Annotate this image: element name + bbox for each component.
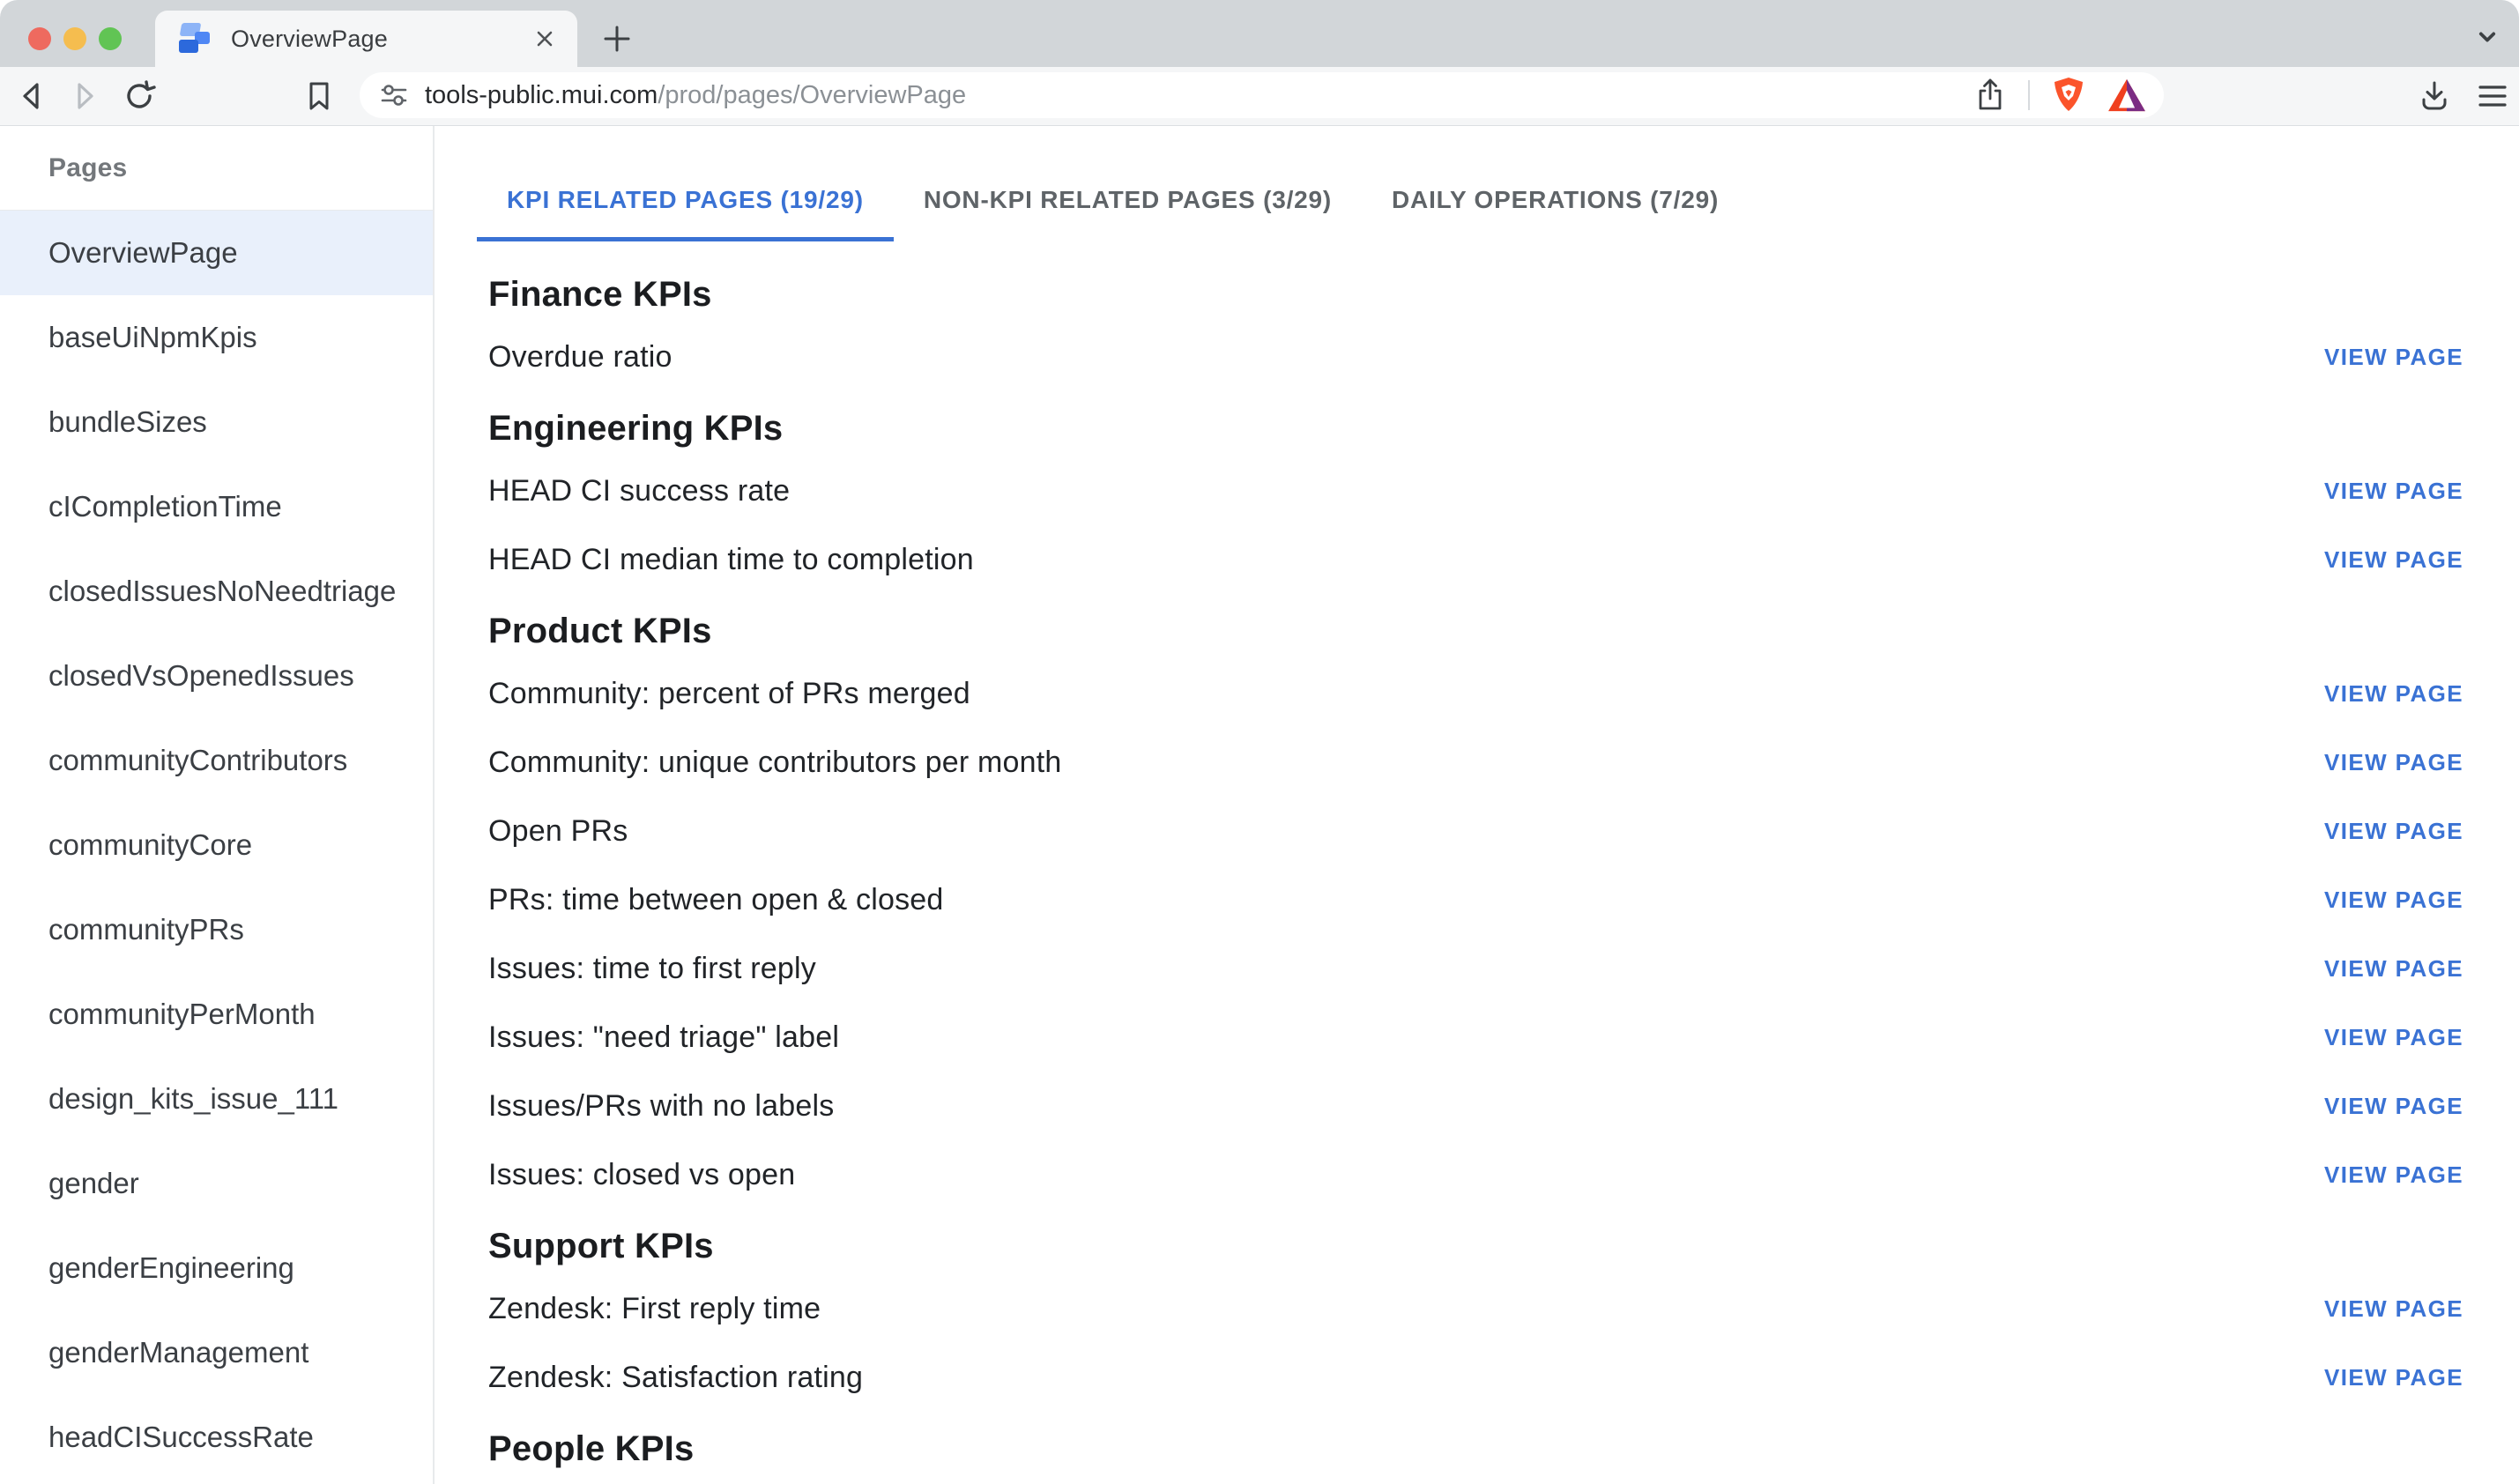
view-page-link[interactable]: VIEW PAGE [2314,335,2474,380]
sidebar-page-list: OverviewPage baseUiNpmKpis bundleSizes c… [0,211,433,1480]
section-title-people: People KPIs [488,1424,2463,1473]
browser-tab-strip: OverviewPage [0,0,2519,67]
kpi-label: Issues/PRs with no labels [488,1089,834,1124]
toolbar-divider [2028,80,2030,110]
tab-search-chevron-down-icon[interactable] [2470,21,2505,53]
sidebar-item-design-kits-issue-111[interactable]: design_kits_issue_111 [0,1057,433,1141]
pages-sidebar: Pages OverviewPage baseUiNpmKpis bundleS… [0,126,435,1484]
kpi-label: Overdue ratio [488,340,672,375]
tune-icon[interactable] [379,80,409,110]
window-controls [28,27,122,50]
browser-toolbar: tools-public.mui.com/prod/pages/Overview… [0,67,2519,126]
kpi-label: HEAD CI success rate [488,474,790,508]
sidebar-item-communitycontributors[interactable]: communityContributors [0,718,433,803]
kpi-label: Issues: time to first reply [488,952,816,986]
sidebar-item-overviewpage[interactable]: OverviewPage [0,211,433,295]
view-page-link[interactable]: VIEW PAGE [2314,946,2474,991]
kpi-row: Zendesk: Satisfaction rating VIEW PAGE [488,1343,2463,1412]
brave-shield-icon[interactable] [2051,76,2086,115]
sidebar-item-genderengineering[interactable]: genderEngineering [0,1226,433,1310]
url-bar[interactable]: tools-public.mui.com/prod/pages/Overview… [360,72,2164,118]
reload-icon[interactable] [118,67,160,125]
url-text: tools-public.mui.com/prod/pages/Overview… [425,81,966,110]
view-page-link[interactable]: VIEW PAGE [2314,1153,2474,1198]
kpi-row: Open PRs VIEW PAGE [488,797,2463,865]
kpi-label: Issues: closed vs open [488,1158,795,1192]
section-title-product: Product KPIs [488,606,2463,656]
tab-close-icon[interactable] [531,26,558,52]
sidebar-item-closedissuesnoneedtriage[interactable]: closedIssuesNoNeedtriage [0,549,433,634]
kpi-label: Open PRs [488,814,628,849]
view-page-link[interactable]: VIEW PAGE [2314,1287,2474,1332]
view-page-link[interactable]: VIEW PAGE [2314,740,2474,785]
kpi-row: Zendesk: First reply time VIEW PAGE [488,1274,2463,1343]
kpi-row: Community: unique contributors per month… [488,728,2463,797]
view-page-link[interactable]: VIEW PAGE [2314,469,2474,514]
bat-triangle-icon[interactable] [2107,78,2146,113]
tab-kpi-related-pages[interactable]: KPI RELATED PAGES (19/29) [477,162,894,241]
sidebar-item-bundlesizes[interactable]: bundleSizes [0,380,433,464]
sidebar-item-cicompletiontime[interactable]: cICompletionTime [0,464,433,549]
kpi-row: PRs: time between open & closed VIEW PAG… [488,865,2463,934]
view-page-link[interactable]: VIEW PAGE [2314,809,2474,854]
view-page-link[interactable]: VIEW PAGE [2314,672,2474,716]
view-page-link[interactable]: VIEW PAGE [2314,1355,2474,1400]
window-zoom-button[interactable] [99,27,122,50]
view-page-link[interactable]: VIEW PAGE [2314,1084,2474,1129]
download-icon[interactable] [2413,67,2456,125]
kpi-label: PRs: time between open & closed [488,883,943,917]
sidebar-item-headcisuccessrate[interactable]: headCISuccessRate [0,1395,433,1480]
kpi-label: Community: percent of PRs merged [488,677,970,711]
main-content: KPI RELATED PAGES (19/29) NON-KPI RELATE… [436,126,2519,1484]
kpi-row: HEAD CI median time to completion VIEW P… [488,525,2463,594]
kpi-row: HEAD CI success rate VIEW PAGE [488,456,2463,525]
sidebar-header: Pages [0,126,433,211]
view-page-link[interactable]: VIEW PAGE [2314,1015,2474,1060]
window-minimize-button[interactable] [63,27,86,50]
category-tabs: KPI RELATED PAGES (19/29) NON-KPI RELATE… [477,162,2463,241]
kpi-label: Zendesk: First reply time [488,1292,821,1326]
kpi-label: Zendesk: Satisfaction rating [488,1361,863,1395]
kpi-label: Community: unique contributors per month [488,746,1062,780]
url-path: /prod/pages/OverviewPage [658,81,966,109]
sidebar-item-closedvsopenedissues[interactable]: closedVsOpenedIssues [0,634,433,718]
kpi-row: Overdue ratio VIEW PAGE [488,323,2463,391]
back-arrow-icon[interactable] [11,67,53,125]
sidebar-item-communitypermonth[interactable]: communityPerMonth [0,972,433,1057]
share-icon[interactable] [1973,78,2007,113]
kpi-row: Issues/PRs with no labels VIEW PAGE [488,1072,2463,1140]
bookmark-icon[interactable] [298,67,340,125]
section-title-finance: Finance KPIs [488,270,2463,319]
tab-non-kpi-related-pages[interactable]: NON-KPI RELATED PAGES (3/29) [894,162,1362,241]
hamburger-menu-icon[interactable] [2471,67,2514,125]
view-page-link[interactable]: VIEW PAGE [2314,538,2474,582]
kpi-row: Issues: "need triage" label VIEW PAGE [488,1003,2463,1072]
view-page-link[interactable]: VIEW PAGE [2314,878,2474,923]
kpi-row: Community: percent of PRs merged VIEW PA… [488,659,2463,728]
sidebar-item-communityprs[interactable]: communityPRs [0,887,433,972]
tab-daily-operations[interactable]: DAILY OPERATIONS (7/29) [1362,162,1749,241]
toolpad-favicon [178,23,212,55]
forward-arrow-icon[interactable] [63,67,106,125]
kpi-row: Issues: time to first reply VIEW PAGE [488,934,2463,1003]
new-tab-button[interactable] [601,23,633,55]
sidebar-item-gendermanagement[interactable]: genderManagement [0,1310,433,1395]
kpi-row: Issues: closed vs open VIEW PAGE [488,1140,2463,1209]
window-close-button[interactable] [28,27,51,50]
section-title-engineering: Engineering KPIs [488,404,2463,453]
browser-tab[interactable]: OverviewPage [155,11,577,67]
sidebar-item-baseuinpmkpis[interactable]: baseUiNpmKpis [0,295,433,380]
sidebar-item-gender[interactable]: gender [0,1141,433,1226]
url-domain: tools-public.mui.com [425,81,658,109]
section-title-support: Support KPIs [488,1221,2463,1271]
kpi-label: HEAD CI median time to completion [488,543,974,577]
kpi-label: Issues: "need triage" label [488,1020,839,1055]
sidebar-item-communitycore[interactable]: communityCore [0,803,433,887]
tab-title: OverviewPage [231,26,388,53]
